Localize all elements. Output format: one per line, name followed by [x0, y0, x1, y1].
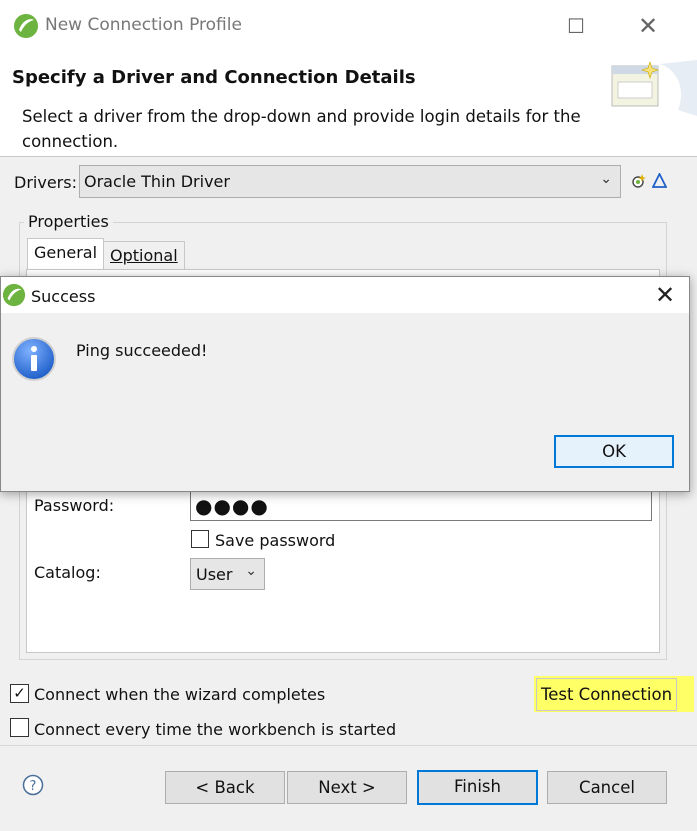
drivers-dropdown[interactable]: Oracle Thin Driver ⌄: [79, 165, 621, 198]
ok-label: OK: [602, 442, 626, 461]
finish-label: Finish: [454, 777, 501, 796]
tab-optional-label: Optional: [110, 246, 178, 265]
drivers-label: Drivers:: [14, 173, 77, 192]
help-icon[interactable]: ?: [22, 774, 44, 796]
cancel-button[interactable]: Cancel: [547, 771, 667, 804]
back-label: < Back: [195, 778, 255, 797]
connect-on-finish-checkbox[interactable]: ✓: [10, 684, 29, 703]
test-connection-button[interactable]: Test Connection: [536, 678, 677, 711]
connect-on-startup-checkbox[interactable]: [10, 718, 29, 737]
password-field[interactable]: ●●●●: [190, 490, 652, 521]
drivers-selected-value: Oracle Thin Driver: [84, 172, 230, 191]
dialog-body: Ping succeeded! OK: [1, 313, 689, 491]
back-button[interactable]: < Back: [165, 771, 285, 804]
window-title: New Connection Profile: [45, 15, 242, 35]
eclipse-app-icon: [14, 14, 38, 38]
wizard-banner-icon: [611, 60, 697, 116]
save-password-label: Save password: [215, 531, 336, 550]
catalog-label: Catalog:: [34, 563, 101, 582]
chevron-down-icon: ⌄: [245, 563, 257, 579]
close-window-button[interactable]: ✕: [638, 12, 658, 40]
tab-optional[interactable]: Optional: [103, 241, 185, 270]
password-label: Password:: [34, 496, 115, 515]
cancel-label: Cancel: [579, 778, 635, 797]
save-password-checkbox[interactable]: [191, 530, 209, 548]
test-connection-label: Test Connection: [540, 685, 673, 704]
new-driver-icon[interactable]: [631, 173, 647, 189]
success-dialog: Success ✕ Ping succeeded! OK: [0, 276, 690, 492]
eclipse-app-icon: [2, 283, 26, 307]
connect-on-startup-label: Connect every time the workbench is star…: [34, 720, 397, 739]
title-bar: New Connection Profile ☐ ✕: [0, 0, 697, 52]
catalog-selected-value: User: [196, 565, 233, 584]
tab-general[interactable]: General: [27, 238, 105, 271]
dialog-title-bar: Success ✕: [1, 277, 689, 313]
next-label: Next >: [318, 778, 376, 797]
password-mask: ●●●●: [195, 494, 269, 518]
properties-group-label: Properties: [24, 212, 113, 231]
dialog-title: Success: [31, 287, 96, 306]
wizard-header: Specify a Driver and Connection Details …: [0, 52, 697, 157]
dialog-message: Ping succeeded!: [76, 341, 208, 360]
connect-on-finish-label: Connect when the wizard completes: [34, 685, 326, 704]
page-title: Specify a Driver and Connection Details: [12, 67, 416, 88]
svg-text:?: ?: [30, 779, 37, 794]
catalog-dropdown[interactable]: User ⌄: [190, 558, 265, 590]
maximize-button[interactable]: ☐: [567, 14, 585, 38]
close-dialog-button[interactable]: ✕: [655, 281, 675, 309]
finish-button[interactable]: Finish: [417, 770, 538, 805]
edit-driver-icon[interactable]: [652, 173, 667, 188]
ok-button[interactable]: OK: [554, 435, 674, 468]
footer-divider: [0, 745, 697, 746]
next-button[interactable]: Next >: [287, 771, 407, 804]
chevron-down-icon: ⌄: [600, 171, 612, 187]
tab-general-label: General: [34, 243, 98, 262]
drivers-label-text: Drivers:: [14, 173, 77, 192]
info-icon: [12, 337, 56, 381]
page-description: Select a driver from the drop-down and p…: [22, 107, 581, 151]
